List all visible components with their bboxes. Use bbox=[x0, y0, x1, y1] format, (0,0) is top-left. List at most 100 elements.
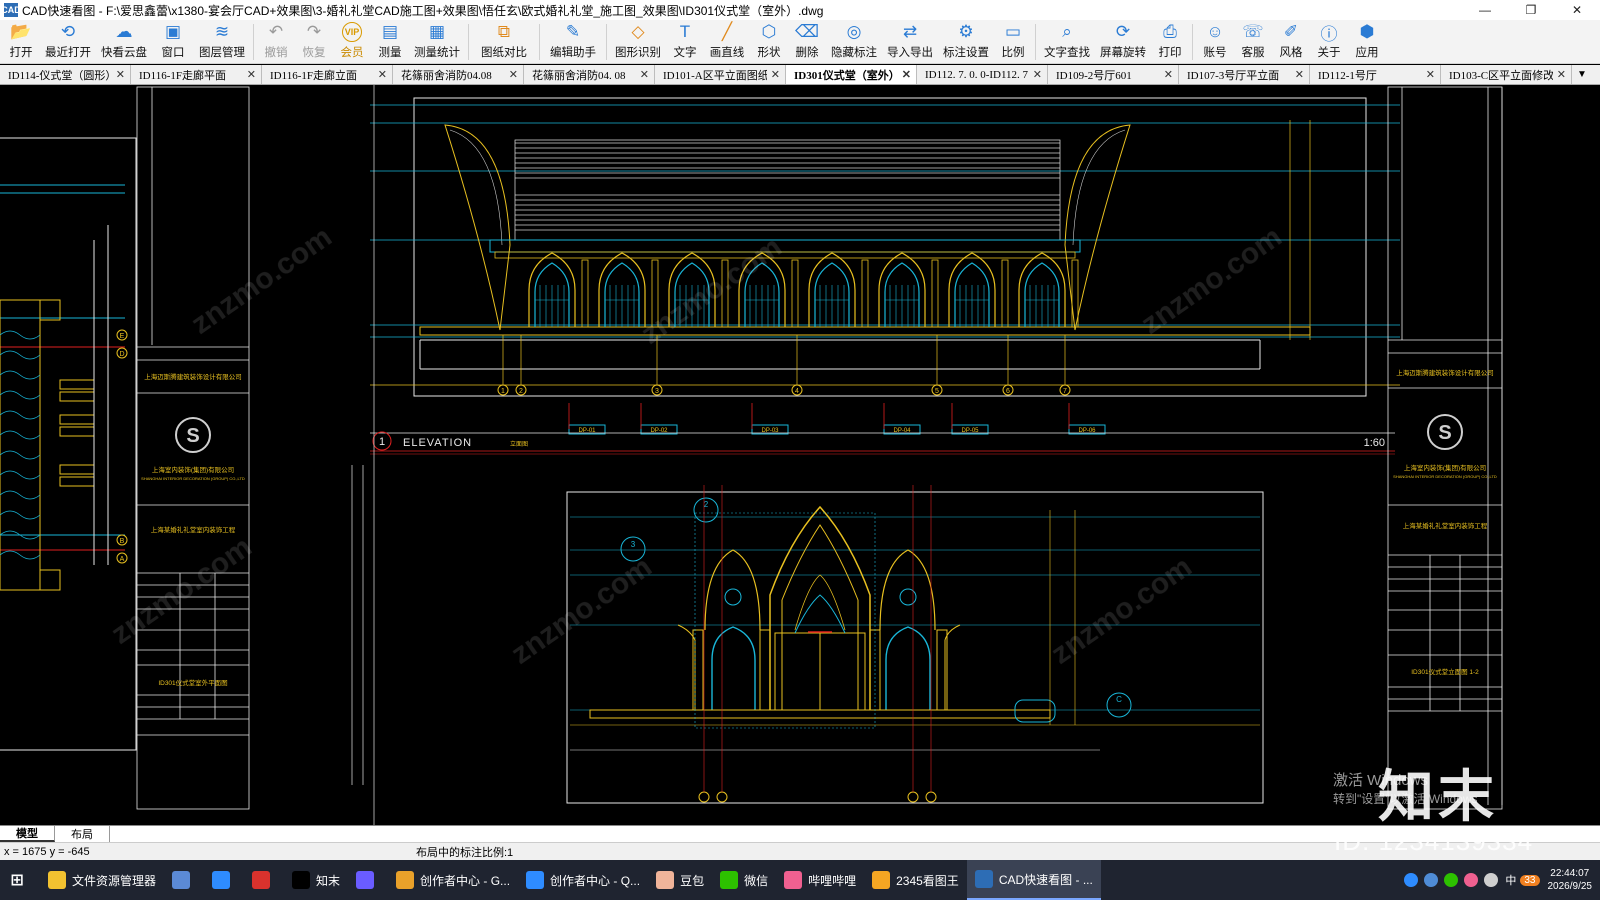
taskbar-item[interactable] bbox=[204, 860, 244, 900]
taskbar-item[interactable]: 哔哩哔哩 bbox=[776, 860, 864, 900]
toolbar-shape-recognize-button[interactable]: ◇ 图形识别 bbox=[610, 20, 666, 64]
svg-text:znzmo.com: znzmo.com bbox=[505, 550, 658, 671]
tray-volume-icon[interactable] bbox=[1484, 873, 1499, 887]
qbrowser-icon bbox=[526, 871, 545, 889]
toolbar-info-button[interactable]: ⓘ 关于 bbox=[1310, 20, 1348, 64]
headset-icon: ☏ bbox=[1242, 22, 1264, 41]
tab-close-icon[interactable]: ✕ bbox=[1164, 68, 1173, 81]
toolbar-print-button[interactable]: ⎙ 打印 bbox=[1151, 20, 1189, 64]
tray-wechat-icon[interactable] bbox=[1444, 873, 1459, 887]
document-tab-label: ID103-C区平立面修改 bbox=[1449, 69, 1553, 82]
tab-close-icon[interactable]: ✕ bbox=[1557, 68, 1566, 81]
grid-bubbles-top: 1 2 3 4 5 6 7DP-01 DP-02 DP-03 DP-04 DP-05 DP-06 bbox=[497, 335, 1106, 435]
taskbar-item[interactable]: ⊞ bbox=[0, 860, 40, 900]
toolbar-account-button[interactable]: ☺ 账号 bbox=[1196, 20, 1234, 64]
toolbar-rotate-screen-button[interactable]: ⟳ 屏幕旋转 bbox=[1095, 20, 1151, 64]
toolbar-layers-button[interactable]: ≋ 图层管理 bbox=[194, 20, 250, 64]
toolbar-window-button[interactable]: ▣ 窗口 bbox=[152, 20, 194, 64]
toolbar-headset-button[interactable]: ☏ 客服 bbox=[1234, 20, 1272, 64]
taskbar-clock[interactable]: 22:44:07 2026/9/25 bbox=[1540, 867, 1600, 893]
taskbar-item[interactable]: 2345看图王 bbox=[864, 860, 967, 900]
toolbar-redo-button[interactable]: ↷ 恢复 bbox=[295, 20, 333, 64]
arch-windows bbox=[528, 252, 1079, 328]
toolbar-style-button[interactable]: ✐ 风格 bbox=[1272, 20, 1310, 64]
shape-icon: ⬡ bbox=[761, 22, 777, 41]
tab-close-icon[interactable]: ✕ bbox=[247, 68, 256, 81]
close-button[interactable]: ✕ bbox=[1554, 0, 1600, 20]
document-tab[interactable]: 花篠丽舍消防04.08 ✕ bbox=[393, 65, 524, 84]
toolbar-button-label: 画直线 bbox=[709, 47, 745, 59]
measure-stats-icon: ▦ bbox=[428, 22, 446, 41]
tab-close-icon[interactable]: ✕ bbox=[1033, 68, 1042, 81]
company-en-left: SHANGHAI INTERIOR DECORATION (GROUP) CO.… bbox=[141, 476, 245, 481]
document-tab[interactable]: ID116-1F走廊立面 ✕ bbox=[262, 65, 393, 84]
tab-close-icon[interactable]: ✕ bbox=[1426, 68, 1435, 81]
drawing-canvas[interactable]: E D B A S 上海迈斯腾建筑装饰设计有限公司 上海室内装饰(集团)有限公司… bbox=[0, 85, 1600, 825]
document-tab[interactable]: ID109-2号厅601 ✕ bbox=[1048, 65, 1179, 84]
tab-close-icon[interactable]: ✕ bbox=[116, 68, 125, 81]
document-tab[interactable]: ID107-3号厅平立面 ✕ bbox=[1179, 65, 1310, 84]
document-tab[interactable]: ID301仪式堂（室外） ✕ bbox=[786, 65, 917, 84]
taskbar-item[interactable]: 创作者中心 - Q... bbox=[518, 860, 648, 900]
toolbar-apps-button[interactable]: ⬢ 应用 bbox=[1348, 20, 1386, 64]
taskbar-item[interactable]: 知末 bbox=[284, 860, 348, 900]
taskbar-item[interactable]: 豆包 bbox=[648, 860, 712, 900]
minimize-button[interactable]: — bbox=[1462, 0, 1508, 20]
taskbar-item[interactable] bbox=[348, 860, 388, 900]
eraser-icon: ⌫ bbox=[794, 22, 820, 41]
layout-tab[interactable]: 布局 bbox=[55, 826, 110, 842]
maximize-button[interactable]: ❐ bbox=[1508, 0, 1554, 20]
taskbar-item[interactable]: 创作者中心 - G... bbox=[388, 860, 518, 900]
tray-browser-icon[interactable] bbox=[1404, 873, 1419, 887]
toolbar-measure-stats-button[interactable]: ▦ 测量统计 bbox=[409, 20, 465, 64]
toolbar-eraser-button[interactable]: ⌫ 删除 bbox=[788, 20, 826, 64]
taskbar-item[interactable] bbox=[164, 860, 204, 900]
toolbar-separator bbox=[253, 24, 254, 60]
tray-app-icon[interactable] bbox=[1464, 873, 1479, 887]
tab-close-icon[interactable]: ✕ bbox=[902, 68, 911, 81]
doubao-icon bbox=[656, 871, 675, 889]
company-name-right: 上海迈斯腾建筑装饰设计有限公司 bbox=[1396, 368, 1494, 377]
taskbar-item[interactable]: 微信 bbox=[712, 860, 776, 900]
toolbar-compare-button[interactable]: ⧉ 图纸对比 bbox=[472, 20, 536, 64]
toolbar-text-button[interactable]: T 文字 bbox=[666, 20, 704, 64]
toolbar-cloud-button[interactable]: ☁ 快看云盘 bbox=[96, 20, 152, 64]
tray-network-icon[interactable] bbox=[1424, 873, 1439, 887]
document-tab[interactable]: ID101-A区平立面图纸 ✕ bbox=[655, 65, 786, 84]
tab-overflow-button[interactable]: ▼ bbox=[1572, 65, 1592, 84]
toolbar-history-button[interactable]: ⟲ 最近打开 bbox=[40, 20, 96, 64]
toolbar-vip-button[interactable]: VIP 会员 bbox=[333, 20, 371, 64]
toolbar-button-label: 形状 bbox=[757, 47, 781, 59]
document-tab[interactable]: ID116-1F走廊平面 ✕ bbox=[131, 65, 262, 84]
toolbar-hide-annotation-button[interactable]: ◎ 隐藏标注 bbox=[826, 20, 882, 64]
document-tab[interactable]: ID103-C区平立面修改 ✕ bbox=[1441, 65, 1572, 84]
document-tab[interactable]: 花篠丽舍消防04. 08 ✕ bbox=[524, 65, 655, 84]
arch-window bbox=[878, 252, 926, 327]
document-tab[interactable]: ID112. 7. 0. 0-ID112. 7·… ✕ bbox=[917, 65, 1048, 84]
taskbar-item[interactable]: CAD快速看图 - ... bbox=[966, 860, 1101, 900]
toolbar-undo-button[interactable]: ↶ 撤销 bbox=[257, 20, 295, 64]
document-tab[interactable]: ID112-1号厅 ✕ bbox=[1310, 65, 1441, 84]
document-tab[interactable]: ID114-仪式堂（圆形） ✕ bbox=[0, 65, 131, 84]
toolbar-folder-open-button[interactable]: 📂 打开 bbox=[2, 20, 40, 64]
taskbar-item[interactable]: 文件资源管理器 bbox=[40, 860, 164, 900]
layout-tab[interactable]: 模型 bbox=[0, 826, 55, 842]
tab-close-icon[interactable]: ✕ bbox=[1295, 68, 1304, 81]
toolbar-line-button[interactable]: ╱ 画直线 bbox=[704, 20, 750, 64]
toolbar-scale-button[interactable]: ▭ 比例 bbox=[994, 20, 1032, 64]
tab-close-icon[interactable]: ✕ bbox=[771, 68, 780, 81]
toolbar-shape-button[interactable]: ⬡ 形状 bbox=[750, 20, 788, 64]
toolbar-measure-button[interactable]: ▤ 测量 bbox=[371, 20, 409, 64]
ime-indicator[interactable]: 中 bbox=[1501, 872, 1520, 888]
toolbar-import-export-button[interactable]: ⇄ 导入导出 bbox=[882, 20, 938, 64]
taskbar-item[interactable] bbox=[244, 860, 284, 900]
toolbar-annotation-settings-button[interactable]: ⚙ 标注设置 bbox=[938, 20, 994, 64]
tab-close-icon[interactable]: ✕ bbox=[640, 68, 649, 81]
tab-close-icon[interactable]: ✕ bbox=[378, 68, 387, 81]
toolbar-button-label: 应用 bbox=[1355, 47, 1379, 59]
tab-close-icon[interactable]: ✕ bbox=[509, 68, 518, 81]
notification-badge[interactable]: 33 bbox=[1520, 874, 1540, 886]
toolbar-text-search-button[interactable]: ⌕ 文字查找 bbox=[1039, 20, 1095, 64]
toolbar-edit-assistant-button[interactable]: ✎ 编辑助手 bbox=[543, 20, 603, 64]
column bbox=[1001, 259, 1009, 328]
